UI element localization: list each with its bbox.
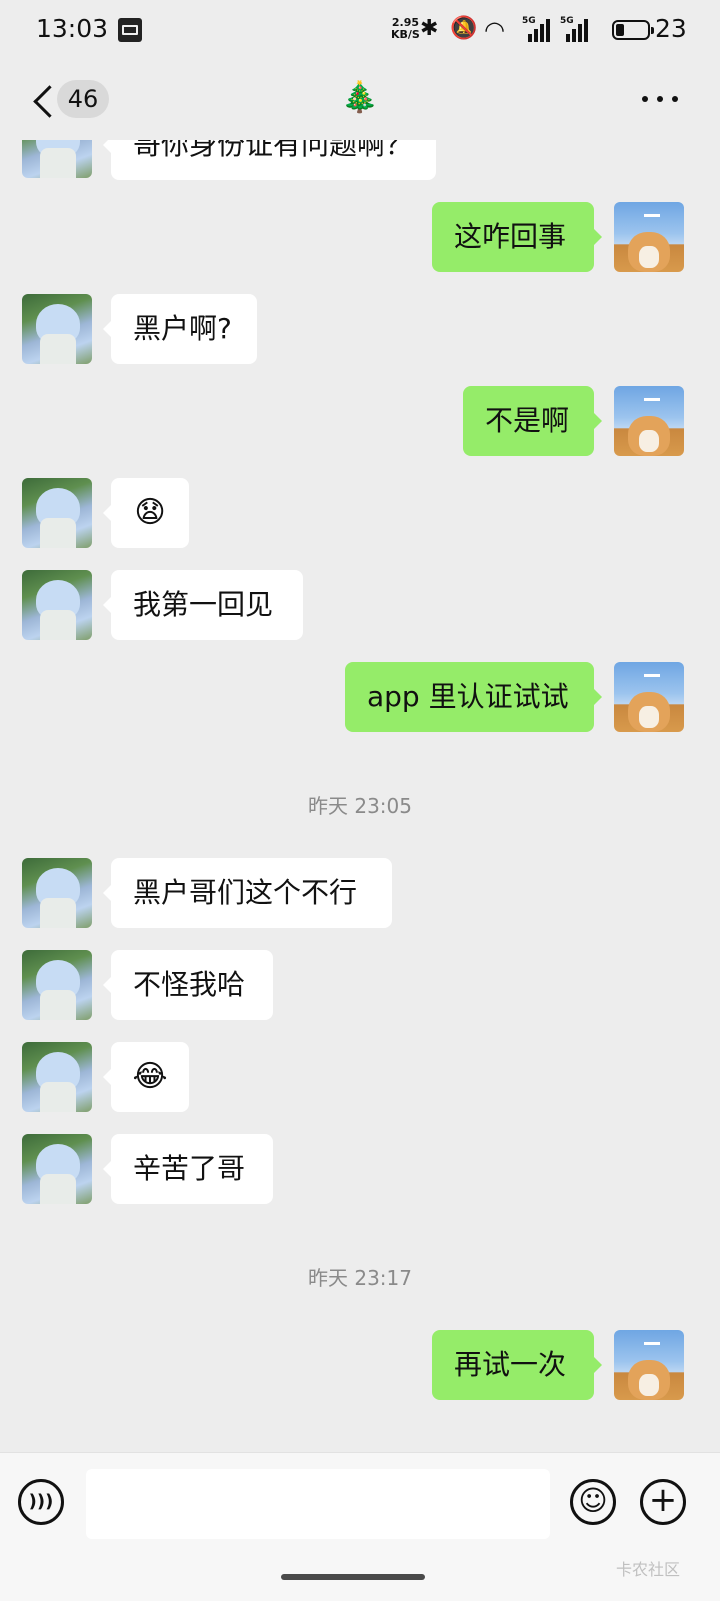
contact-avatar[interactable] <box>22 294 92 364</box>
contact-avatar[interactable] <box>22 858 92 928</box>
my-avatar[interactable] <box>614 202 684 272</box>
message-bubble[interactable]: app 里认证试试 <box>345 662 602 732</box>
chat-header: 46 🎄 <box>0 60 720 140</box>
emoji-message-bubble[interactable]: 😧 <box>103 478 189 548</box>
network-speed: 2.95 KB/S <box>391 17 420 41</box>
wifi-icon: ◠ <box>484 16 505 44</box>
mute-bell-icon: 🔕 <box>450 16 478 41</box>
network-speed-unit: KB/S <box>391 28 420 41</box>
crying-laughing-emoji: 😂 <box>132 1059 168 1094</box>
emoji-icon[interactable]: ☺ <box>570 1479 616 1525</box>
message-bubble[interactable]: 黑户啊? <box>103 294 257 364</box>
battery-icon <box>612 20 654 40</box>
cell-signal-icon: 5G <box>522 16 550 42</box>
voice-icon[interactable]: ))) <box>18 1479 64 1525</box>
bluetooth-icon: ✱ <box>420 16 439 41</box>
status-time: 13:03 <box>36 14 109 43</box>
message-bubble[interactable]: 黑户哥们这个不行 <box>103 858 392 928</box>
contact-avatar[interactable] <box>22 1042 92 1112</box>
message-bubble[interactable]: 不怪我哈 <box>103 950 273 1020</box>
plus-icon[interactable]: + <box>640 1479 686 1525</box>
my-avatar[interactable] <box>614 386 684 456</box>
contact-avatar[interactable] <box>22 570 92 640</box>
battery-level: 23 <box>655 14 687 43</box>
status-bar: 13:03 2.95 KB/S ✱ 🔕 ◠ 5G 5G 23 <box>0 0 720 60</box>
message-bubble[interactable]: 哥你身份证有问题啊？ <box>103 140 436 180</box>
chat-title: 🎄 <box>341 80 379 115</box>
contact-avatar[interactable] <box>22 478 92 548</box>
my-avatar[interactable] <box>614 662 684 732</box>
message-bubble[interactable]: 不是啊 <box>463 386 602 456</box>
anguished-face-emoji: 😧 <box>134 495 166 530</box>
watermark: 卡农社区 <box>616 1560 681 1579</box>
emoji-message-bubble[interactable]: 😂 <box>103 1042 189 1112</box>
message-timestamp: 昨天 23:05 <box>308 794 412 818</box>
cell-signal-icon-2: 5G <box>560 16 588 42</box>
message-bubble[interactable]: 辛苦了哥 <box>103 1134 273 1204</box>
message-input[interactable] <box>86 1469 550 1539</box>
message-bubble[interactable]: 我第一回见 <box>103 570 303 640</box>
unread-count-badge[interactable]: 46 <box>57 80 109 118</box>
more-options-icon[interactable] <box>640 90 680 110</box>
app-notification-icon <box>118 18 142 42</box>
contact-avatar[interactable] <box>22 140 92 178</box>
contact-avatar[interactable] <box>22 950 92 1020</box>
my-avatar[interactable] <box>614 1330 684 1400</box>
home-indicator[interactable] <box>281 1574 425 1580</box>
message-timestamp: 昨天 23:17 <box>308 1266 412 1290</box>
message-list[interactable]: 哥你身份证有问题啊？ 这咋回事 黑户啊? 不是啊 😧 我第一回见 app 里认证… <box>0 140 720 1452</box>
message-bubble[interactable]: 这咋回事 <box>432 202 602 272</box>
message-bubble[interactable]: 再试一次 <box>432 1330 602 1400</box>
contact-avatar[interactable] <box>22 1134 92 1204</box>
